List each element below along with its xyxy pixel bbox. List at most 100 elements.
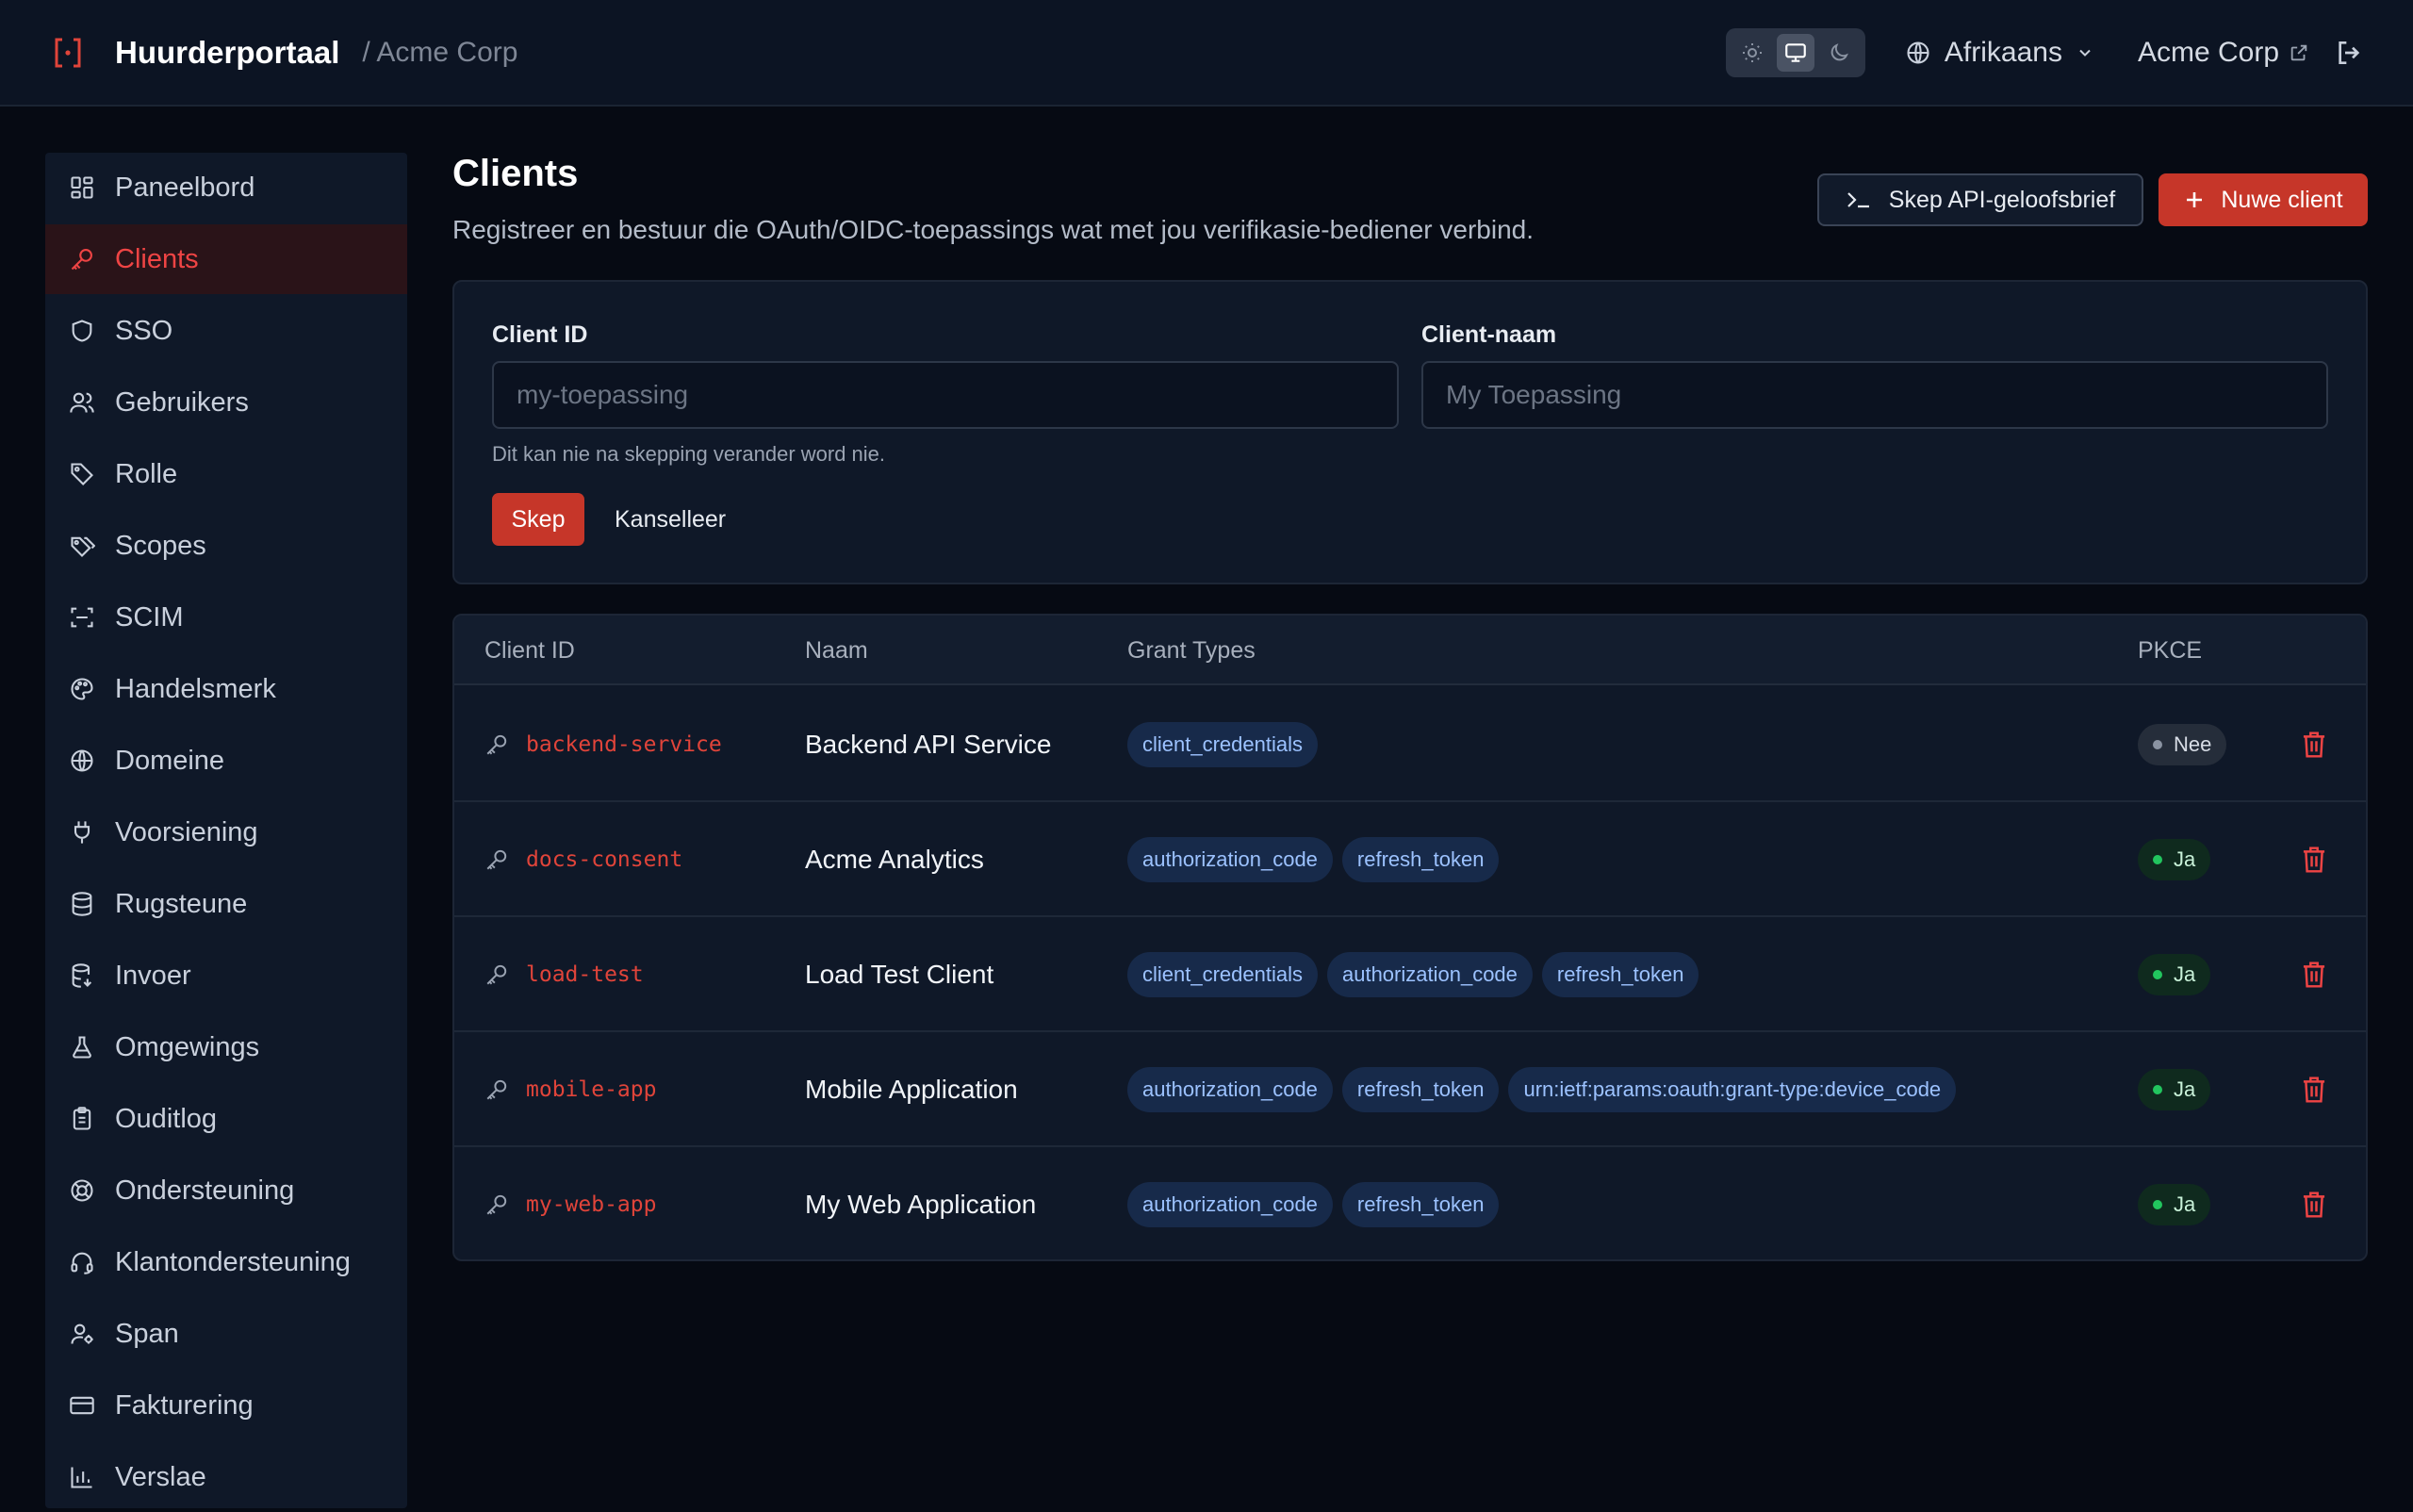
- sidebar-item-verslae[interactable]: Verslae: [45, 1442, 407, 1512]
- sun-icon[interactable]: [1733, 34, 1771, 72]
- delete-button[interactable]: [2300, 1032, 2328, 1147]
- key-icon: [484, 1077, 509, 1102]
- sidebar-item-voorsiening[interactable]: Voorsiening: [45, 797, 407, 867]
- sidebar-item-invoer[interactable]: Invoer: [45, 941, 407, 1011]
- delete-button[interactable]: [2300, 687, 2328, 802]
- palette-icon: [68, 675, 96, 703]
- grant-types-cell: authorization_code refresh_token urn:ietf:…: [1127, 1032, 1957, 1147]
- client-name-cell: Acme Analytics: [805, 845, 984, 874]
- plug-icon: [68, 818, 96, 846]
- sidebar-item-gebruikers[interactable]: Gebruikers: [45, 368, 407, 437]
- client-name-cell: My Web Application: [805, 1190, 1037, 1219]
- bar-chart-icon: [68, 1463, 96, 1491]
- credit-card-icon: [68, 1391, 96, 1420]
- status-dot: [2153, 740, 2162, 749]
- sidebar-item-scim[interactable]: SCIM: [45, 583, 407, 652]
- sidebar-item-rugsteune[interactable]: Rugsteune: [45, 869, 407, 939]
- sidebar-item-label: Verslae: [115, 1461, 206, 1492]
- new-client-button[interactable]: Nuwe client: [2159, 173, 2368, 226]
- sidebar-item-label: Ouditlog: [115, 1103, 218, 1134]
- sidebar-item-ouditlog[interactable]: Ouditlog: [45, 1084, 407, 1154]
- pkce-status-label: Ja: [2174, 1192, 2196, 1216]
- grant-types-cell: authorization_code refresh_token: [1127, 1147, 1500, 1259]
- trash-icon: [2300, 960, 2328, 990]
- sidebar-item-label: Klantondersteuning: [115, 1246, 351, 1277]
- delete-button[interactable]: [2300, 802, 2328, 917]
- column-client-id: Client ID: [484, 636, 575, 664]
- sidebar-item-paneelbord[interactable]: Paneelbord: [45, 153, 407, 222]
- logout-icon[interactable]: [2334, 38, 2364, 68]
- grant-type-badge: client_credentials: [1127, 722, 1318, 767]
- sidebar-item-domeine[interactable]: Domeine: [45, 726, 407, 796]
- page-title: Clients: [452, 153, 579, 194]
- create-api-credential-label: Skep API-geloofsbrief: [1888, 186, 2116, 213]
- pkce-status-badge: Nee: [2138, 724, 2227, 765]
- sidebar: Paneelbord Clients SSO Gebruikers Rolle …: [45, 153, 407, 1508]
- trash-icon: [2300, 845, 2328, 875]
- flask-icon: [68, 1033, 96, 1061]
- pkce-status-label: Ja: [2174, 962, 2196, 986]
- sidebar-item-fakturering[interactable]: Fakturering: [45, 1371, 407, 1440]
- database-icon: [68, 890, 96, 918]
- delete-button[interactable]: [2300, 917, 2328, 1032]
- grant-type-badge: authorization_code: [1326, 952, 1533, 997]
- sidebar-item-span[interactable]: Span: [45, 1299, 407, 1369]
- monitor-icon[interactable]: [1776, 33, 1814, 72]
- sidebar-item-rolle[interactable]: Rolle: [45, 439, 407, 509]
- key-icon: [484, 732, 509, 757]
- sidebar-item-klantondersteuning[interactable]: Klantondersteuning: [45, 1227, 407, 1297]
- sidebar-item-label: Rugsteune: [115, 888, 248, 919]
- client-id-value[interactable]: load-test: [526, 962, 644, 987]
- sidebar-item-sso[interactable]: SSO: [45, 296, 407, 366]
- pkce-status-badge: Ja: [2138, 1184, 2211, 1225]
- sidebar-item-ondersteuning[interactable]: Ondersteuning: [45, 1156, 407, 1225]
- sidebar-item-clients[interactable]: Clients: [45, 224, 407, 294]
- client-id-value[interactable]: docs-consent: [526, 847, 682, 872]
- create-api-credential-button[interactable]: Skep API-geloofsbrief: [1817, 173, 2143, 226]
- pkce-status-label: Ja: [2174, 1077, 2196, 1101]
- chevron-down-icon: [2076, 43, 2094, 62]
- users-icon: [68, 388, 96, 417]
- trash-icon: [2300, 1075, 2328, 1105]
- client-id-value[interactable]: mobile-app: [526, 1077, 656, 1102]
- language-selector[interactable]: Afrikaans: [1905, 37, 2094, 69]
- grant-type-badge: refresh_token: [1541, 952, 1699, 997]
- table-header: Client ID Naam Grant Types PKCE: [454, 616, 2366, 685]
- create-button[interactable]: Skep: [492, 493, 584, 546]
- breadcrumb[interactable]: / Acme Corp: [362, 37, 517, 69]
- cancel-button[interactable]: Kanselleer: [615, 493, 726, 546]
- delete-button[interactable]: [2300, 1147, 2328, 1259]
- theme-switcher: [1725, 27, 1865, 77]
- client-id-input[interactable]: [492, 361, 1399, 429]
- logo-icon: [49, 34, 87, 72]
- pkce-status-badge: Ja: [2138, 1069, 2211, 1110]
- pkce-cell: Ja: [2138, 917, 2211, 1032]
- clients-table: Client ID Naam Grant Types PKCE backend-…: [452, 614, 2368, 1261]
- sidebar-item-label: Span: [115, 1318, 179, 1349]
- client-id-value[interactable]: my-web-app: [526, 1192, 656, 1217]
- sidebar-item-label: Handelsmerk: [115, 673, 276, 704]
- client-name-label: Client-naam: [1421, 321, 1557, 348]
- sidebar-item-label: Clients: [115, 243, 199, 274]
- pkce-cell: Nee: [2138, 687, 2227, 802]
- grant-type-badge: refresh_token: [1341, 1067, 1500, 1112]
- pkce-status-label: Nee: [2174, 732, 2212, 756]
- client-id-value[interactable]: backend-service: [526, 732, 722, 757]
- sidebar-item-handelsmerk[interactable]: Handelsmerk: [45, 654, 407, 724]
- client-id-hint: Dit kan nie na skepping verander word ni…: [492, 442, 886, 466]
- grant-type-badge: authorization_code: [1127, 837, 1333, 882]
- column-pkce: PKCE: [2138, 636, 2203, 664]
- status-dot: [2153, 970, 2162, 979]
- grant-type-badge: urn:ietf:params:oauth:grant-type:device_…: [1508, 1067, 1957, 1112]
- column-name: Naam: [805, 636, 868, 664]
- status-dot: [2153, 1085, 2162, 1094]
- table-row: mobile-app Mobile Application authorizat…: [454, 1032, 2366, 1147]
- client-name-input[interactable]: [1421, 361, 2328, 429]
- tenant-link[interactable]: Acme Corp: [2138, 37, 2309, 69]
- moon-icon[interactable]: [1820, 34, 1858, 72]
- plus-icon: [2183, 189, 2206, 211]
- sidebar-item-omgewings[interactable]: Omgewings: [45, 1012, 407, 1082]
- client-id-cell: backend-service: [484, 687, 722, 802]
- pkce-cell: Ja: [2138, 802, 2211, 917]
- sidebar-item-scopes[interactable]: Scopes: [45, 511, 407, 581]
